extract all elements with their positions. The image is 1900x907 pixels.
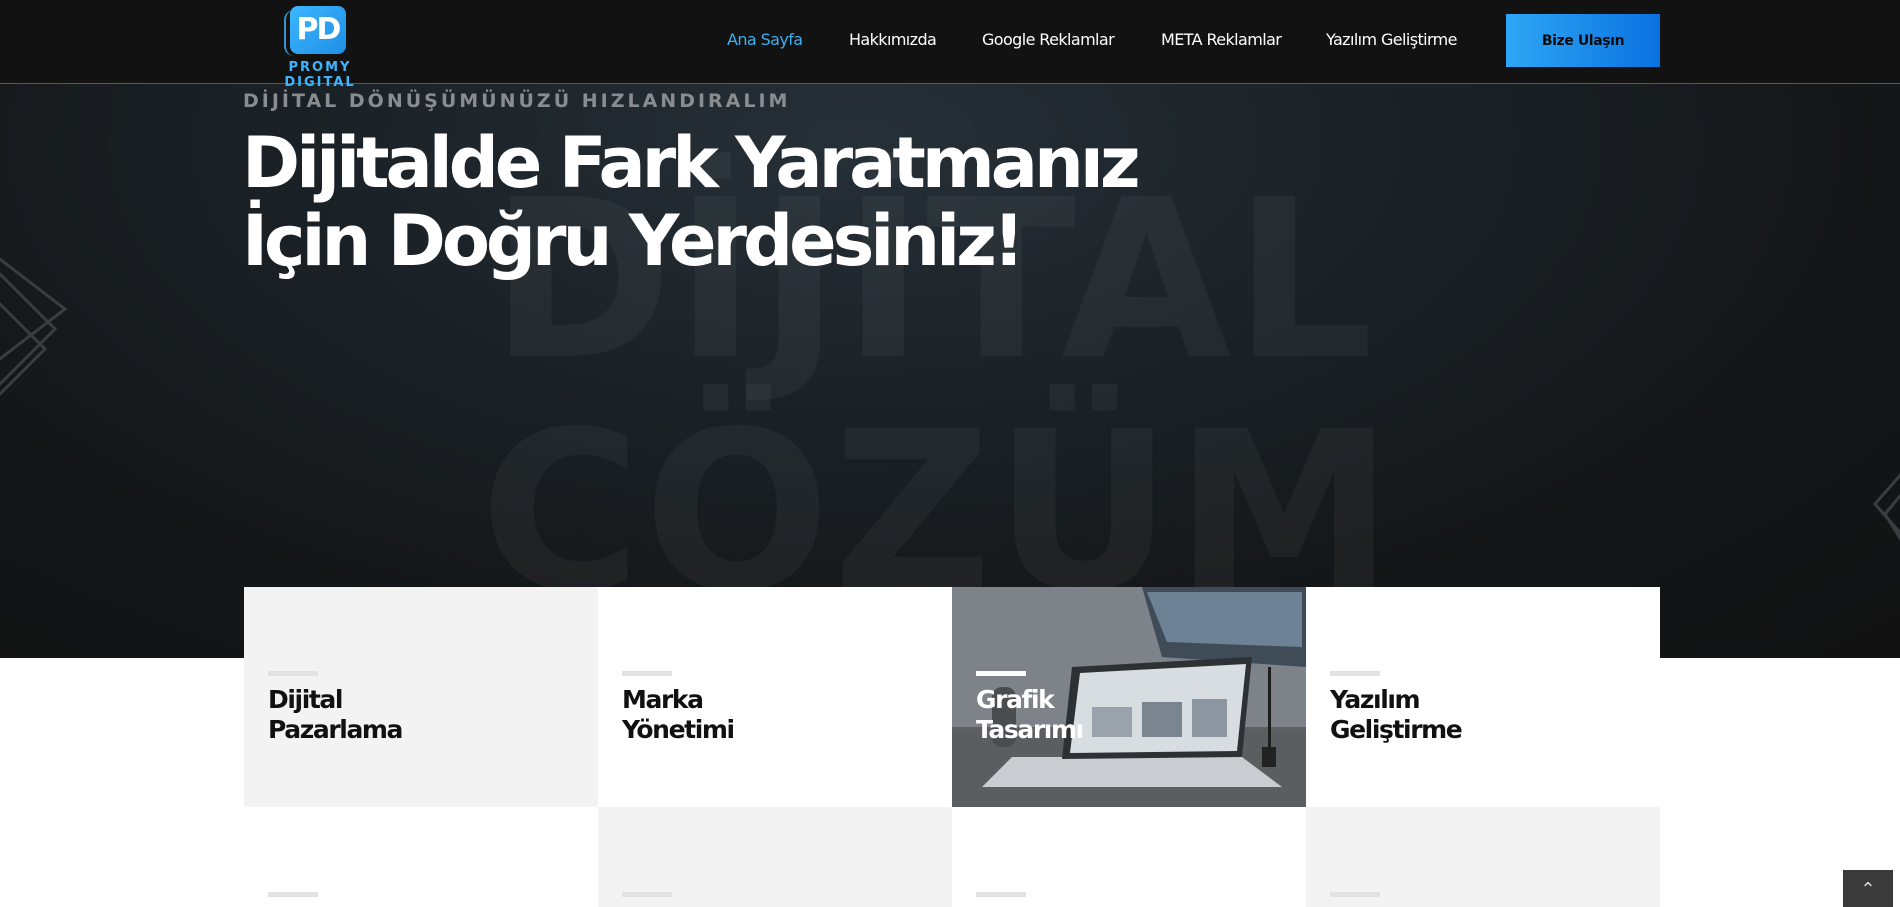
service-card[interactable] xyxy=(952,807,1306,907)
card-accent-bar xyxy=(1330,671,1380,676)
card-title: Grafik Tasarımı xyxy=(976,685,1276,745)
card-accent-bar xyxy=(268,671,318,676)
service-card[interactable] xyxy=(1306,807,1660,907)
card-title: Yazılım Geliştirme xyxy=(1330,685,1630,745)
card-accent-bar xyxy=(1330,892,1380,897)
service-card-marka-yonetimi[interactable]: Marka Yönetimi xyxy=(598,587,952,807)
card-accent-bar xyxy=(622,671,672,676)
card-accent-bar xyxy=(976,892,1026,897)
nav-item-yazilim-gelistirme[interactable]: Yazılım Geliştirme xyxy=(1326,30,1458,49)
card-accent-bar xyxy=(622,892,672,897)
card-title-line: Grafik xyxy=(976,685,1055,714)
service-card-grafik-tasarimi[interactable]: Grafik Tasarımı xyxy=(952,587,1306,807)
services-grid: Dijital Pazarlama Marka Yönetimi Grafik … xyxy=(244,587,1660,907)
service-card-dijital-pazarlama[interactable]: Dijital Pazarlama xyxy=(244,587,598,807)
card-accent-bar xyxy=(268,892,318,897)
logo[interactable]: PD PROMY DIGITAL xyxy=(254,6,386,90)
card-title-line: Dijital xyxy=(268,685,343,714)
card-accent-bar xyxy=(976,671,1026,676)
nav-item-meta-reklamlar[interactable]: META Reklamlar xyxy=(1161,30,1282,49)
card-title-line: Yazılım xyxy=(1330,685,1421,714)
card-title-line: Marka xyxy=(622,685,704,714)
hero-eyebrow: DİJİTAL DÖNÜŞÜMÜNÜZÜ HIZLANDIRALIM xyxy=(243,90,791,112)
service-card[interactable] xyxy=(598,807,952,907)
card-title-line: Tasarımı xyxy=(976,715,1084,744)
chevron-up-icon: ⌃ xyxy=(1860,879,1876,900)
site-header: PD PROMY DIGITAL Ana Sayfa Hakkımızda Go… xyxy=(0,0,1900,90)
card-title: Marka Yönetimi xyxy=(622,685,922,745)
service-card-yazilim-gelistirme[interactable]: Yazılım Geliştirme xyxy=(1306,587,1660,807)
nav-item-ana-sayfa[interactable]: Ana Sayfa xyxy=(727,30,803,49)
hero-headline-line: Dijitalde Fark Yaratmanız xyxy=(242,122,1141,204)
card-title-line: Geliştirme xyxy=(1330,715,1463,744)
hero-section: DİJİTAL ÇÖZÜM DİJİTAL DÖNÜŞÜMÜNÜZÜ HIZLA… xyxy=(0,84,1900,658)
hero-headline-line: İçin Doğru Yerdesiniz! xyxy=(242,200,1025,282)
nav-item-hakkimizda[interactable]: Hakkımızda xyxy=(849,30,937,49)
card-title-line: Pazarlama xyxy=(268,715,403,744)
scroll-to-top-button[interactable]: ⌃ xyxy=(1843,870,1893,907)
card-title-line: Yönetimi xyxy=(622,715,735,744)
card-title: Dijital Pazarlama xyxy=(268,685,568,745)
decorative-chevrons-icon xyxy=(1873,473,1900,541)
service-card[interactable] xyxy=(244,807,598,907)
logo-mark: PD xyxy=(290,6,346,54)
hero-headline: Dijitalde Fark Yaratmanız İçin Doğru Yer… xyxy=(242,122,1141,282)
contact-button[interactable]: Bize Ulaşın xyxy=(1506,14,1660,67)
logo-text: PROMY DIGITAL xyxy=(284,60,356,90)
nav-item-google-reklamlar[interactable]: Google Reklamlar xyxy=(982,30,1115,49)
decorative-chevrons-icon xyxy=(0,257,68,397)
